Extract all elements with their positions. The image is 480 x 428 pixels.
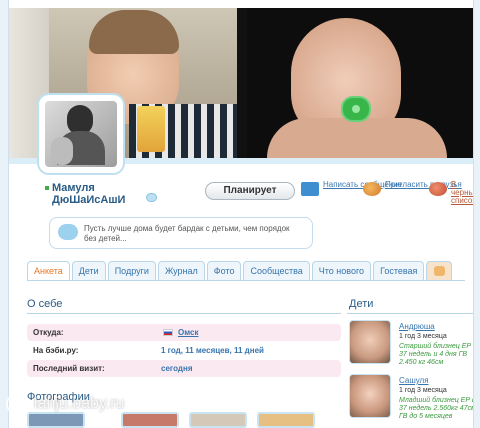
tabs-divider [27,280,465,281]
watermark-logo-icon [6,393,28,415]
kid-photo[interactable] [349,374,391,418]
pacifier-image [341,96,371,122]
tab-communities[interactable]: Сообщества [243,261,310,280]
tab-children[interactable]: Дети [71,261,106,280]
about-divider [27,313,341,314]
about-row-label: На бэби.ру: [33,346,79,355]
about-row-value: 1 год, 11 месяцев, 11 дней [161,346,264,355]
profile-page: Мамуля ДюШаИсАшИ Планирует Написать сооб… [8,0,474,428]
watermark: lahju.baby.ru [6,393,192,415]
tab-friends[interactable]: Подруги [107,261,156,280]
status-text: Пусть лучше дома будет бардак с детьми, … [84,224,290,243]
avatar[interactable] [39,95,123,173]
envelope-icon [301,182,319,196]
user-name-line2: ДюШаИсАшИ [52,194,126,206]
location-link[interactable]: Омск [178,328,199,337]
tab-journal[interactable]: Журнал [157,261,205,280]
kid-name-link[interactable]: Сашуля [399,376,429,385]
avatar-image [45,101,117,167]
plan-status-button[interactable]: Планирует [205,182,295,200]
tab-photos[interactable]: Фото [206,261,242,280]
profile-tabs: Анкета Дети Подруги Журнал Фото Сообщест… [27,261,454,280]
kid-info: Младший близнец ЕР в 37 недель 2.560кг 4… [399,397,474,420]
about-row-membership: На бэби.ру: 1 год, 11 месяцев, 11 дней [27,342,341,359]
tab-more-icon[interactable] [426,261,453,280]
status-message: Пусть лучше дома будет бардак с детьми, … [49,217,313,249]
kid-age: 1 год 3 месяца [399,333,447,340]
about-heading: О себе [27,298,63,310]
kid-card: Андрюша 1 год 3 месяца Старший близнец Е… [349,320,474,368]
about-row-value: сегодня [161,364,193,373]
kid-photo[interactable] [349,320,391,364]
speech-bubble-icon [58,224,78,240]
blacklist-link[interactable]: В черный список [429,180,474,205]
about-row-location: Откуда: Омск [27,324,341,341]
russia-flag-icon [163,329,173,336]
about-row-last-visit: Последний визит: сегодня [27,360,341,377]
kids-divider [347,313,473,314]
cover-photo-right [247,8,473,158]
kid-info: Старший близнец ЕР в 37 недель и 4 дня Г… [399,343,474,366]
blacklist-label: В черный список [451,180,474,205]
about-row-label: Последний визит: [33,364,105,373]
user-name-line1: Мамуля [52,182,95,194]
kid-name-link[interactable]: Андрюша [399,322,435,331]
photo-thumbnail[interactable] [189,412,247,428]
tab-whats-new[interactable]: Что нового [311,261,372,280]
online-indicator-icon [45,186,49,190]
kid-age: 1 год 3 месяца [399,387,447,394]
kids-heading: Дети [349,298,374,310]
speech-bubble-icon [146,193,157,202]
about-row-label: Откуда: [33,328,64,337]
tab-profile[interactable]: Анкета [27,261,70,280]
tab-guestbook[interactable]: Гостевая [373,261,425,280]
photo-thumbnail[interactable] [257,412,315,428]
blacklist-icon [429,182,447,196]
watermark-text: lahju.baby.ru [34,395,125,412]
kid-card: Сашуля 1 год 3 месяца Младший близнец ЕР… [349,374,474,422]
add-friend-icon [363,182,381,196]
